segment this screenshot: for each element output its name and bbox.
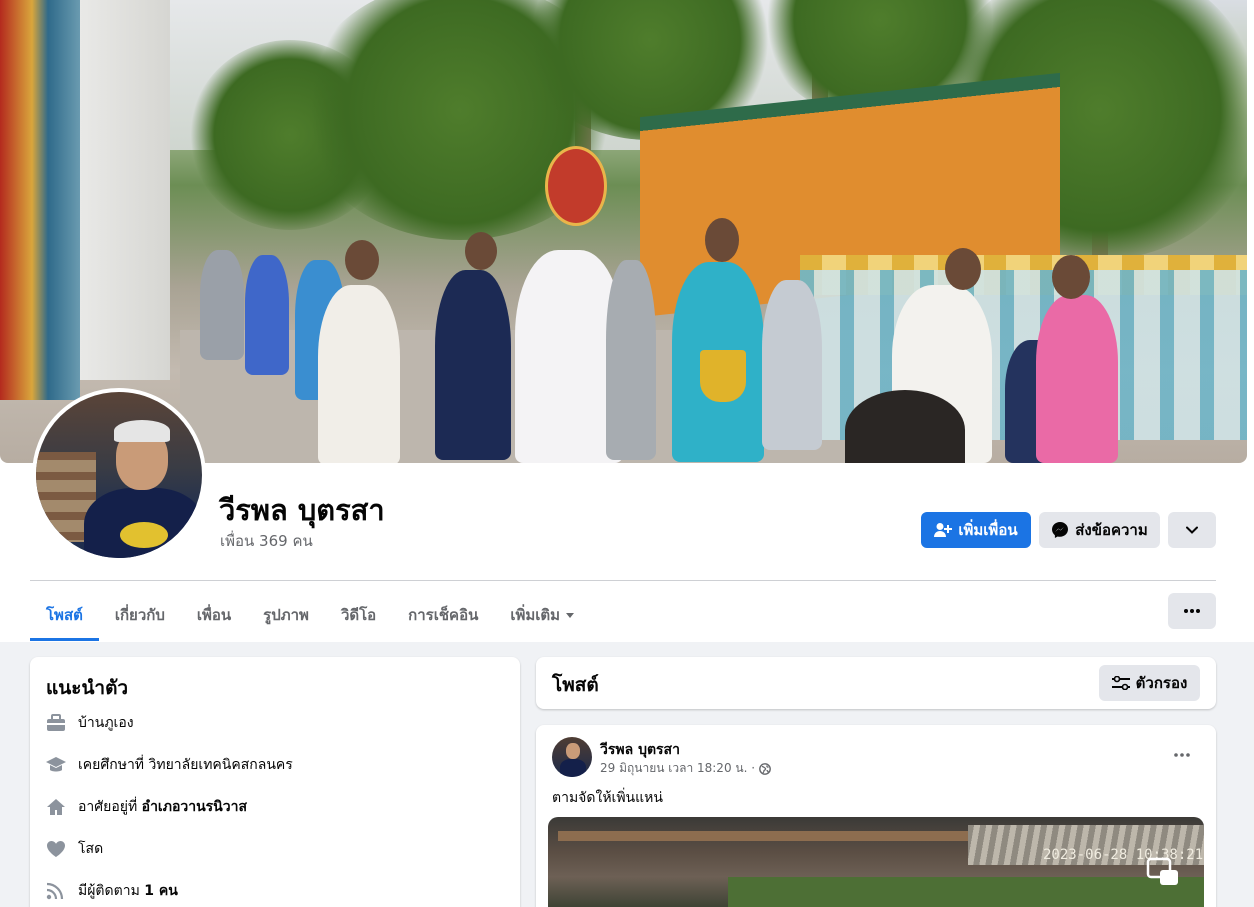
profile-name: วีรพล บุตรสา (219, 493, 385, 527)
cover-photo[interactable] (0, 0, 1247, 463)
post-author-name[interactable]: วีรพล บุตรสา (600, 739, 680, 761)
caret-down-icon (566, 612, 575, 618)
tab-photos[interactable]: รูปภาพ (247, 590, 325, 640)
intro-item-text: บ้านภูเอง (78, 715, 134, 731)
posts-title: โพสต์ (552, 674, 599, 696)
header-divider (30, 580, 1216, 581)
post-text: ตามจัดให้เพิ่นแหน่ (552, 790, 663, 806)
home-icon (46, 797, 66, 817)
intro-item-text: อาศัยอยู่ที่ (78, 799, 142, 815)
more-options-button[interactable] (1168, 512, 1216, 548)
rss-icon (46, 881, 66, 901)
ellipsis-icon (1174, 753, 1190, 757)
tab-checkins[interactable]: การเช็คอิน (392, 590, 494, 640)
intro-item-text: มีผู้ติดตาม (78, 883, 145, 899)
posts-header-card: โพสต์ ตัวกรอง (536, 657, 1216, 709)
post-meta: 29 มิถุนายน เวลา 18:20 น. · (600, 759, 771, 778)
tab-more[interactable]: เพิ่มเติม (494, 590, 590, 640)
tab-friends[interactable]: เพื่อน (181, 590, 247, 640)
post-card: วีรพล บุตรสา 29 มิถุนายน เวลา 18:20 น. ·… (536, 725, 1216, 907)
intro-item-workplace: บ้านภูเอง (46, 712, 134, 734)
picture-in-picture-icon[interactable] (1146, 857, 1180, 887)
intro-item-education: เคยศึกษาที่ วิทยาลัยเทคนิคสกลนคร (46, 754, 293, 776)
tab-posts[interactable]: โพสต์ (30, 590, 99, 641)
add-friend-icon (934, 523, 953, 537)
post-photo[interactable]: 2023-06-28 10:38:21 (548, 817, 1204, 907)
intro-card: แนะนำตัว บ้านภูเอง เคยศึกษาที่ วิทยาลัยเ… (30, 657, 520, 907)
intro-item-relationship: โสด (46, 838, 103, 860)
post-author-avatar[interactable] (552, 737, 592, 777)
message-label: ส่งข้อความ (1075, 521, 1148, 539)
intro-item-bold[interactable]: 1 คน (144, 883, 178, 899)
intro-title: แนะนำตัว (46, 677, 129, 699)
friends-count[interactable]: เพื่อน 369 คน (220, 529, 313, 553)
profile-tabs: โพสต์ เกี่ยวกับ เพื่อน รูปภาพ วิดีโอ การ… (30, 590, 590, 642)
tab-about[interactable]: เกี่ยวกับ (99, 590, 181, 640)
briefcase-icon (46, 713, 66, 733)
filter-button[interactable]: ตัวกรอง (1099, 665, 1200, 701)
intro-item-followers: มีผู้ติดตาม 1 คน (46, 880, 178, 902)
profile-avatar[interactable] (32, 388, 206, 562)
intro-item-text: โสด (78, 841, 104, 857)
tab-videos[interactable]: วิดีโอ (325, 590, 392, 640)
filter-icon (1111, 676, 1130, 690)
post-options-button[interactable] (1166, 743, 1198, 767)
add-friend-button[interactable]: เพิ่มเพื่อน (921, 512, 1031, 548)
tab-overflow-button[interactable] (1168, 593, 1216, 629)
messenger-icon (1052, 522, 1069, 538)
intro-item-location: อาศัยอยู่ที่ อำเภอวานรนิวาส (46, 796, 247, 818)
add-friend-label: เพิ่มเพื่อน (958, 521, 1018, 539)
tab-more-label: เพิ่มเติม (510, 606, 561, 624)
heart-icon (46, 839, 66, 859)
filter-label: ตัวกรอง (1135, 674, 1188, 692)
intro-item-text: เคยศึกษาที่ วิทยาลัยเทคนิคสกลนคร (78, 757, 293, 773)
ellipsis-icon (1184, 609, 1200, 613)
post-timestamp[interactable]: 29 มิถุนายน เวลา 18:20 น. · (600, 759, 755, 778)
message-button[interactable]: ส่งข้อความ (1039, 512, 1160, 548)
globe-icon (759, 762, 771, 775)
intro-item-bold[interactable]: อำเภอวานรนิวาส (142, 799, 247, 815)
chevron-down-icon (1186, 526, 1198, 534)
graduation-cap-icon (46, 755, 66, 775)
